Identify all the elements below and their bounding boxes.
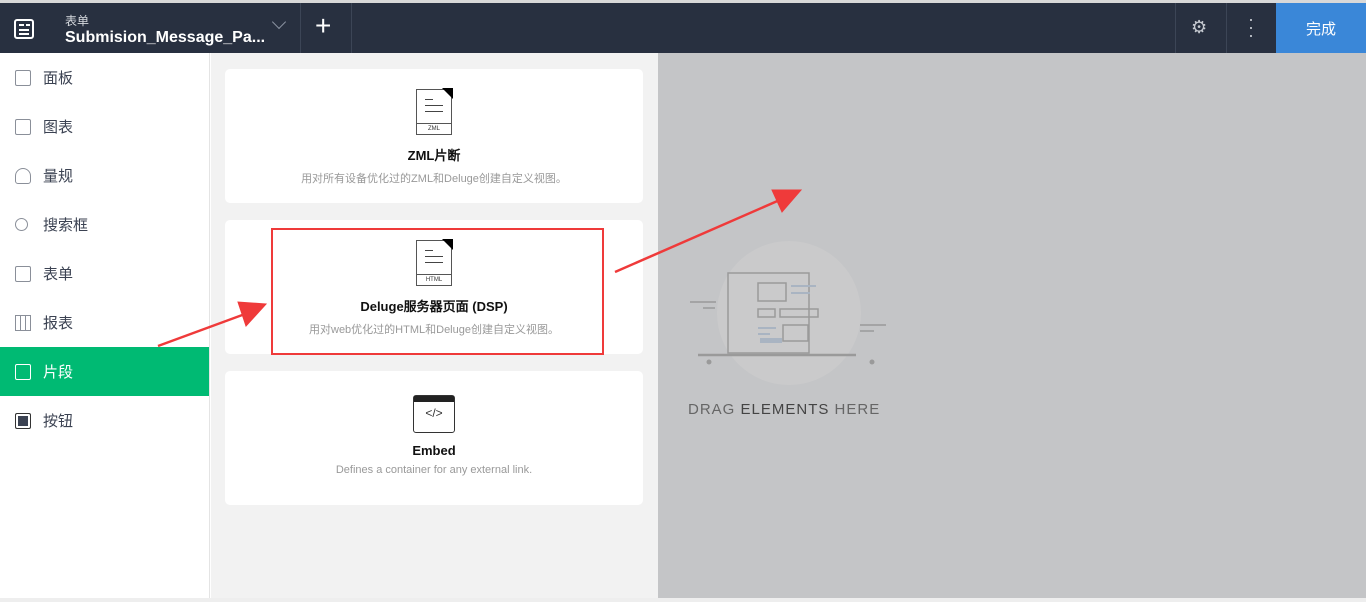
annotation-highlight-box [271, 228, 604, 355]
divider [1175, 3, 1176, 53]
bottom-border [0, 598, 1366, 602]
more-icon[interactable]: · · · [1248, 10, 1254, 44]
sidebar-item-snippet[interactable]: 片段 [0, 347, 209, 396]
sidebar-item-label: 表单 [43, 266, 74, 283]
sidebar-item-chart[interactable]: 图表 [0, 102, 209, 151]
drag-elements-hint: DRAG ELEMENTS HERE [688, 401, 881, 418]
done-button[interactable]: 完成 [1276, 3, 1366, 53]
gear-icon[interactable]: ⚙ [1191, 17, 1207, 38]
empty-canvas-illustration [690, 241, 886, 385]
form-icon[interactable] [14, 19, 34, 39]
card-description: 用对所有设备优化过的ZML和Deluge创建自定义视图。 [301, 173, 567, 185]
embed-card[interactable]: </> Embed Defines a container for any ex… [225, 371, 643, 505]
card-title: Embed [412, 443, 456, 458]
sidebar-item-label: 按钮 [43, 413, 74, 430]
card-title: ZML片断 [407, 148, 461, 163]
zml-snippet-card[interactable]: ZML ZML片断 用对所有设备优化过的ZML和Deluge创建自定义视图。 [225, 69, 643, 203]
sidebar-item-label: 片段 [43, 364, 74, 381]
gauge-icon [15, 167, 31, 184]
app-header: 表单 Submision_Message_Pa... + ⚙ · · · 完成 [0, 3, 1366, 53]
chart-icon [15, 118, 31, 135]
button-icon [15, 412, 31, 429]
dashboard-icon [15, 69, 31, 86]
sidebar-item-report[interactable]: 报表 [0, 298, 209, 347]
sidebar: 面板 图表 量规 搜索框 表单 报表 片段 按钮 [0, 53, 210, 598]
report-icon [15, 314, 31, 331]
card-description: Defines a container for any external lin… [335, 464, 533, 476]
add-icon[interactable]: + [315, 10, 331, 42]
divider [300, 3, 301, 53]
sidebar-item-button[interactable]: 按钮 [0, 396, 209, 445]
sidebar-item-dashboard[interactable]: 面板 [0, 53, 209, 102]
divider [1226, 3, 1227, 53]
component-type: 表单 [65, 14, 90, 28]
snippet-icon [15, 363, 31, 380]
form-icon [15, 265, 31, 282]
sidebar-item-label: 报表 [43, 315, 74, 332]
divider [351, 3, 352, 53]
chevron-down-icon[interactable] [271, 14, 287, 30]
drop-canvas[interactable] [658, 53, 1366, 598]
sidebar-item-label: 面板 [43, 70, 74, 87]
zml-file-icon: ZML [416, 88, 453, 135]
embed-code-icon: </> [413, 395, 455, 433]
sidebar-item-label: 搜索框 [43, 217, 89, 234]
sidebar-item-label: 量规 [43, 168, 74, 185]
sidebar-item-search[interactable]: 搜索框 [0, 200, 209, 249]
sidebar-item-form[interactable]: 表单 [0, 249, 209, 298]
page-title[interactable]: Submision_Message_Pa... [65, 29, 265, 47]
sidebar-item-label: 图表 [43, 119, 74, 136]
search-icon [15, 218, 28, 231]
sidebar-item-gauge[interactable]: 量规 [0, 151, 209, 200]
